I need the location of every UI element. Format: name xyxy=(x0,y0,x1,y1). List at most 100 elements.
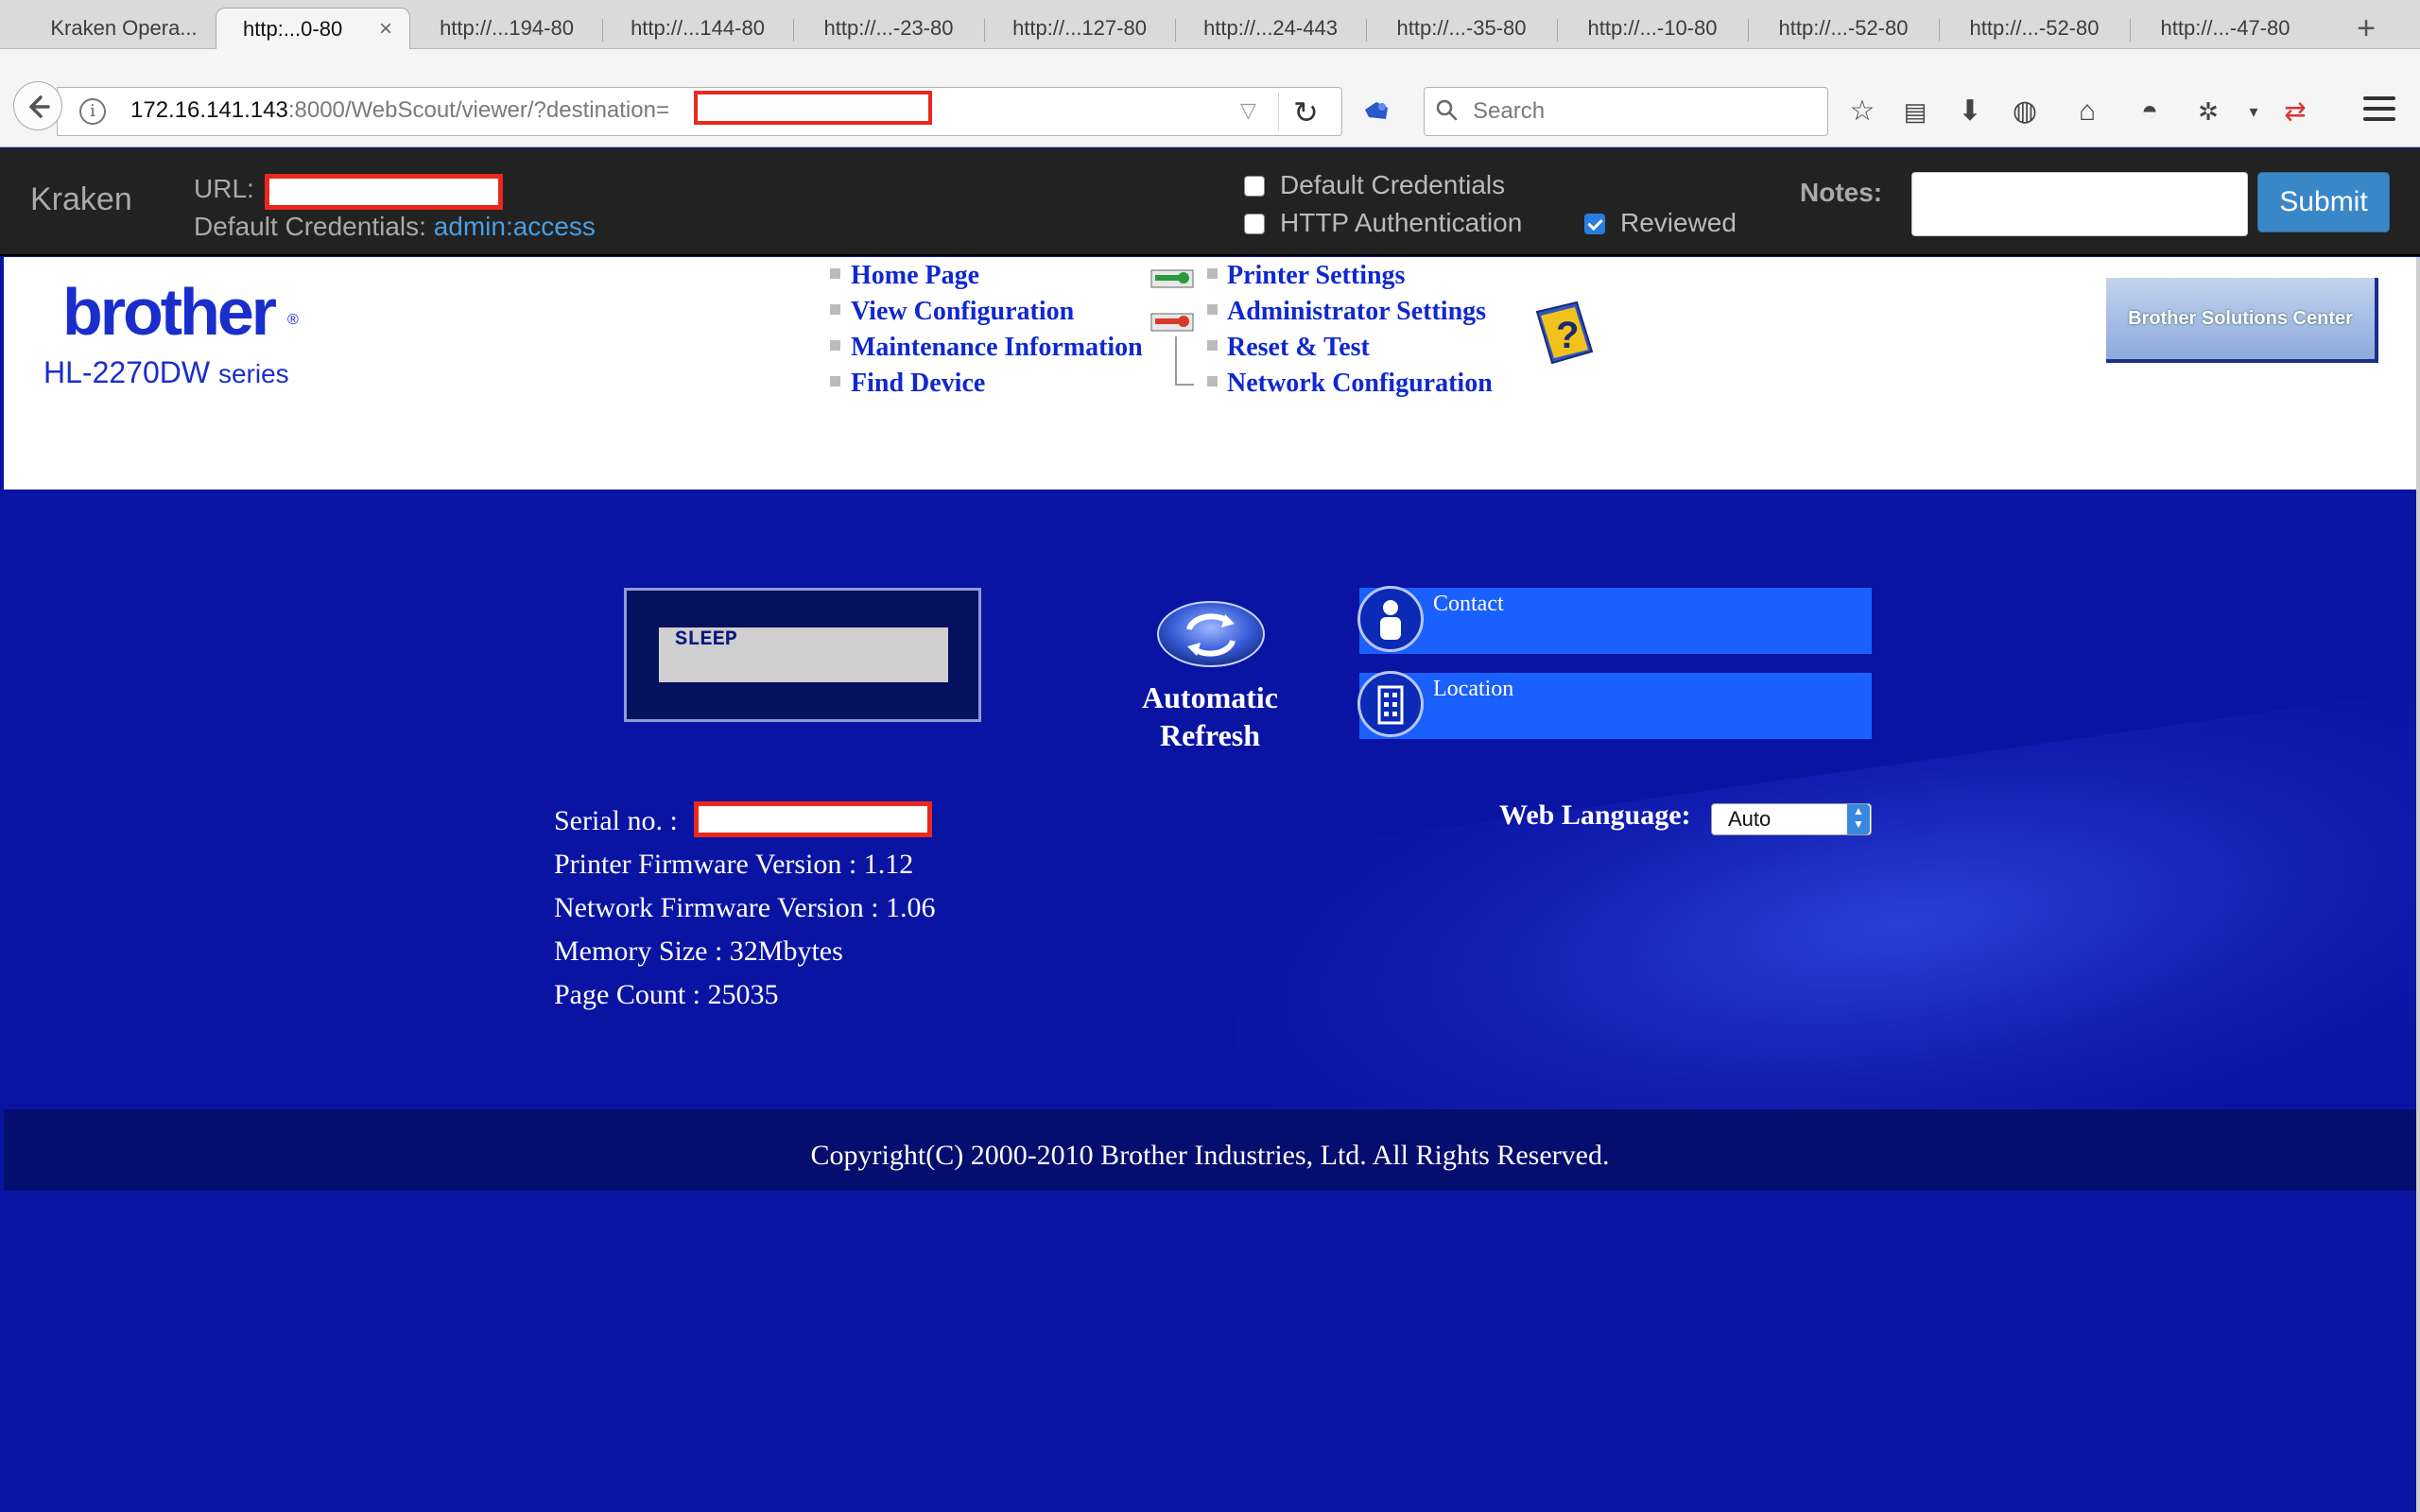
url-path: :8000/WebScout/viewer/?destination= xyxy=(287,97,669,123)
svg-text:?: ? xyxy=(1556,315,1579,356)
tab-label: Kraken Opera... xyxy=(50,16,198,40)
tab-label: http://...-52-80 xyxy=(1778,16,1909,40)
nav-view-configuration[interactable]: View Configuration xyxy=(851,297,1074,327)
reload-icon[interactable]: ↻ xyxy=(1293,94,1319,130)
tab[interactable]: http://...-10-80 xyxy=(1558,8,1747,49)
close-tab-icon[interactable]: × xyxy=(379,9,392,49)
http-authentication-checkbox-label: HTTP Authentication xyxy=(1280,208,1523,237)
tab[interactable]: http://...144-80 xyxy=(603,8,792,49)
brother-logo: brother xyxy=(62,275,277,349)
extension-icon[interactable] xyxy=(1363,98,1390,121)
default-credentials-value[interactable]: admin:access xyxy=(434,212,596,241)
tab-kraken[interactable]: Kraken Opera... xyxy=(19,8,229,49)
tab-label: http://...-52-80 xyxy=(1969,16,2100,40)
nav-reset-and-test[interactable]: Reset & Test xyxy=(1227,333,1370,363)
memory-size: Memory Size : 32Mbytes xyxy=(554,936,843,967)
nav-bullet xyxy=(830,340,840,351)
tab[interactable]: http://...127-80 xyxy=(985,8,1174,49)
nav-printer-settings[interactable]: Printer Settings xyxy=(1227,261,1405,291)
registered-mark: ® xyxy=(287,312,299,328)
nav-home-page[interactable]: Home Page xyxy=(851,261,979,291)
nav-bullet xyxy=(830,268,840,279)
reading-list-icon[interactable]: ▤ xyxy=(1898,94,1932,129)
url-divider xyxy=(1278,93,1279,130)
search-placeholder: Search xyxy=(1473,98,1546,124)
nav-bullet xyxy=(1207,340,1218,351)
nav-maintenance-information[interactable]: Maintenance Information xyxy=(851,333,1143,363)
addon-dropdown-icon[interactable]: ▾ xyxy=(2237,94,2271,129)
printer-main-panel xyxy=(4,490,2416,1109)
tab-label: http://...127-80 xyxy=(1012,16,1147,40)
tab-label: http://...24-443 xyxy=(1203,16,1338,40)
redaction-box xyxy=(694,91,932,125)
default-credentials-checkbox[interactable] xyxy=(1244,176,1265,197)
tab-label: http://...-23-80 xyxy=(823,16,954,40)
back-button[interactable] xyxy=(13,81,62,130)
tab[interactable]: http://...-52-80 xyxy=(1749,8,1938,49)
network-firmware-version: Network Firmware Version : 1.06 xyxy=(554,892,936,923)
tab[interactable]: http://...-23-80 xyxy=(794,8,983,49)
back-arrow-icon xyxy=(29,95,50,118)
addon-icon[interactable]: ✲ xyxy=(2191,94,2225,129)
kraken-title: Kraken xyxy=(30,181,132,217)
tab[interactable]: http://...24-443 xyxy=(1176,8,1365,49)
nav-bullet xyxy=(1207,376,1218,387)
nav-tree-line xyxy=(1175,336,1194,386)
tab-label: http://...144-80 xyxy=(631,16,765,40)
automatic-refresh-label[interactable]: Automatic Refresh xyxy=(1121,679,1299,754)
web-language-value: Auto xyxy=(1728,807,1772,831)
pocket-icon[interactable]: ◓ xyxy=(2133,94,2167,129)
http-authentication-checkbox[interactable] xyxy=(1244,214,1265,234)
bookmark-star-icon[interactable]: ☆ xyxy=(1845,94,1879,129)
notes-textarea[interactable] xyxy=(1911,172,2248,236)
select-arrows-icon: ▲ ▼ xyxy=(1847,804,1870,834)
contact-label: Contact xyxy=(1433,592,1504,616)
tab[interactable]: http://...194-80 xyxy=(412,8,601,49)
locked-key-icon xyxy=(1150,313,1194,332)
search-icon xyxy=(1436,99,1458,121)
reviewed-checkbox-label: Reviewed xyxy=(1620,208,1737,237)
notes-label: Notes: xyxy=(1800,178,1883,207)
nav-bullet xyxy=(830,304,840,315)
nav-find-device[interactable]: Find Device xyxy=(851,369,985,399)
url-text[interactable]: 172.16.141.143:8000/WebScout/viewer/?des… xyxy=(130,96,669,125)
nav-bullet xyxy=(1207,268,1218,279)
default-credentials-checkbox-label: Default Credentials xyxy=(1280,170,1506,199)
scrollbar[interactable] xyxy=(2416,257,2420,1512)
new-tab-button[interactable]: + xyxy=(2342,9,2390,47)
refresh-label-line1: Automatic xyxy=(1142,680,1278,714)
proxy-switch-icon[interactable]: ⇄ xyxy=(2278,94,2312,129)
download-icon[interactable]: ⬇ xyxy=(1953,94,1987,129)
home-icon[interactable]: ⌂ xyxy=(2070,94,2104,129)
site-info-icon[interactable]: i xyxy=(79,98,106,125)
contact-person-icon xyxy=(1357,586,1424,652)
nav-bullet xyxy=(830,376,840,387)
refresh-label-line2: Refresh xyxy=(1159,718,1261,752)
tab[interactable]: http://...-52-80 xyxy=(1940,8,2129,49)
unlocked-key-icon xyxy=(1150,269,1194,288)
tab-label: http://...-47-80 xyxy=(2160,16,2290,40)
location-building-icon xyxy=(1357,671,1424,737)
automatic-refresh-icon[interactable] xyxy=(1155,599,1267,669)
nav-administrator-settings[interactable]: Administrator Settings xyxy=(1227,297,1486,327)
globe-icon[interactable]: ◍ xyxy=(2008,94,2042,129)
person-icon xyxy=(1380,600,1401,640)
default-credentials-label: Default Credentials: xyxy=(194,212,426,241)
nav-network-configuration[interactable]: Network Configuration xyxy=(1227,369,1493,399)
brother-solutions-center-banner[interactable]: Brother Solutions Center xyxy=(2106,278,2378,363)
tab-active[interactable]: http:...0-80 × xyxy=(216,8,410,49)
building-icon xyxy=(1377,685,1404,725)
device-status: SLEEP xyxy=(675,627,738,651)
url-history-dropdown-icon[interactable]: ▽ xyxy=(1240,98,1256,123)
model-series: series xyxy=(217,359,289,388)
tab[interactable]: http://...-35-80 xyxy=(1367,8,1556,49)
redaction-box xyxy=(694,801,932,837)
printer-firmware-version: Printer Firmware Version : 1.12 xyxy=(554,849,914,880)
tab-label: http:...0-80 xyxy=(243,17,343,41)
help-book-icon[interactable]: ? xyxy=(1531,299,1598,367)
submit-button[interactable]: Submit xyxy=(2257,172,2390,232)
hamburger-menu-icon[interactable] xyxy=(2363,96,2395,125)
model-number: HL-2270DW xyxy=(43,355,211,389)
tab[interactable]: http://...-47-80 xyxy=(2131,8,2320,49)
reviewed-checkbox[interactable] xyxy=(1584,214,1605,234)
